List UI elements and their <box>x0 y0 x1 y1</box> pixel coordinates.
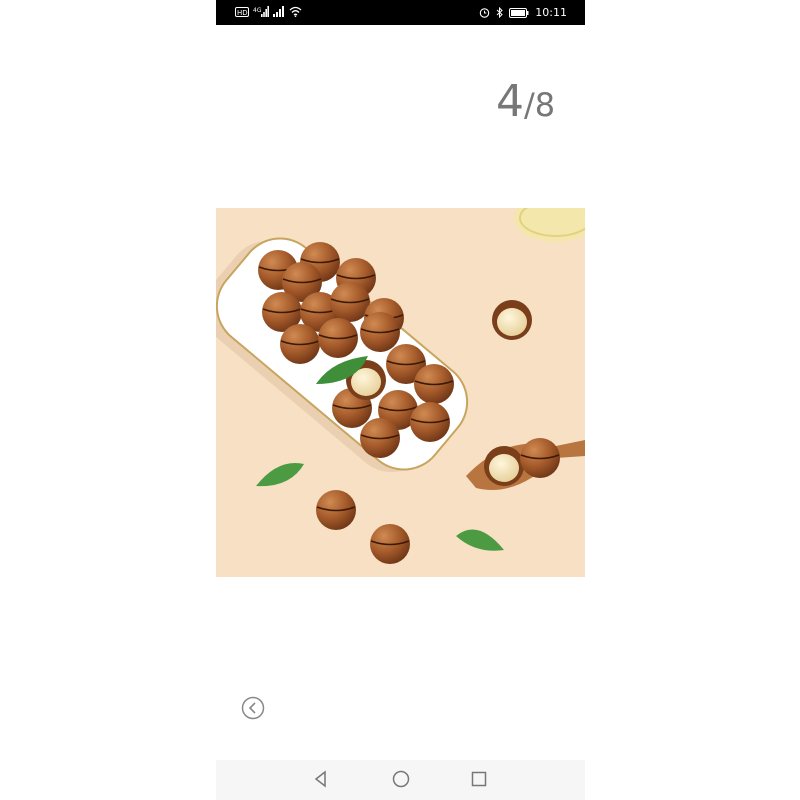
wifi-icon <box>289 6 302 17</box>
nav-recents-button[interactable] <box>469 769 489 789</box>
svg-text:4G: 4G <box>253 7 262 14</box>
status-time: 10:11 <box>535 6 567 19</box>
hd-icon: HD <box>235 6 249 17</box>
previous-image-button[interactable] <box>241 696 265 720</box>
svg-text:HD: HD <box>237 9 248 17</box>
status-bar-right: 10:11 <box>479 6 567 19</box>
battery-icon <box>509 7 529 18</box>
status-bar-left: HD 4G <box>235 6 302 17</box>
phone-screen: HD 4G 10:11 4/8 <box>216 0 585 800</box>
product-photo[interactable] <box>216 208 585 577</box>
image-counter: 4/8 <box>496 76 555 127</box>
alarm-icon <box>480 8 490 18</box>
status-bar: HD 4G 10:11 <box>216 0 585 25</box>
total-image-count: 8 <box>534 86 556 124</box>
signal-4g-icon: 4G <box>253 6 269 17</box>
system-nav-bar <box>216 760 585 800</box>
recents-square-icon <box>471 771 487 787</box>
chevron-left-circle-icon <box>241 696 265 720</box>
nav-home-button[interactable] <box>391 769 411 789</box>
home-circle-icon <box>392 770 410 788</box>
back-triangle-icon <box>314 770 326 788</box>
macadamia-nuts-photo <box>216 208 585 577</box>
nav-back-button[interactable] <box>311 769 331 789</box>
bluetooth-icon <box>496 7 504 18</box>
current-image-index: 4 <box>496 76 524 127</box>
counter-separator: / <box>524 86 535 124</box>
signal-icon <box>273 6 284 17</box>
